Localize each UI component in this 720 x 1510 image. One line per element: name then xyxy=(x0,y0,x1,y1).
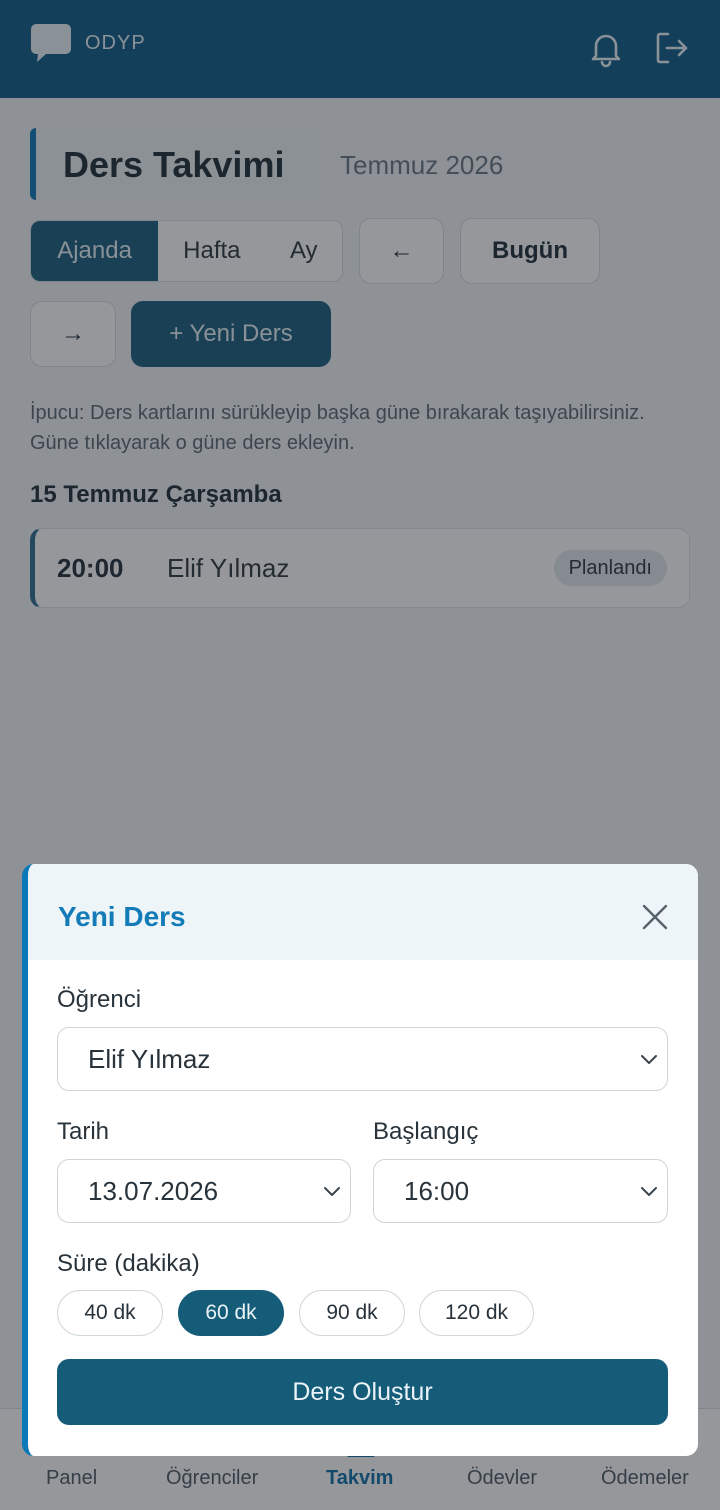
chevron-down-icon xyxy=(641,1187,657,1196)
start-time-value: 16:00 xyxy=(404,1176,470,1206)
duration-option-120[interactable]: 120 dk xyxy=(419,1290,534,1336)
start-time-select[interactable]: 16:00 xyxy=(373,1159,668,1223)
student-select-value: Elif Yılmaz xyxy=(88,1044,211,1074)
new-lesson-modal: Yeni Ders Öğrenci Elif Yılmaz Tarih Başl… xyxy=(22,864,698,1456)
create-lesson-button[interactable]: Ders Oluştur xyxy=(57,1359,668,1425)
date-select-value: 13.07.2026 xyxy=(88,1176,219,1206)
duration-option-40[interactable]: 40 dk xyxy=(57,1290,163,1336)
modal-header: Yeni Ders xyxy=(28,864,698,960)
date-label: Tarih xyxy=(57,1118,110,1145)
close-icon[interactable] xyxy=(638,900,672,934)
duration-option-60[interactable]: 60 dk xyxy=(178,1290,284,1336)
modal-title: Yeni Ders xyxy=(58,901,186,932)
duration-option-90[interactable]: 90 dk xyxy=(299,1290,405,1336)
date-select[interactable]: 13.07.2026 xyxy=(57,1159,351,1223)
chevron-down-icon xyxy=(641,1055,657,1064)
student-select[interactable]: Elif Yılmaz xyxy=(57,1027,668,1091)
duration-label: Süre (dakika) xyxy=(57,1250,200,1277)
chevron-down-icon xyxy=(324,1187,340,1196)
student-label: Öğrenci xyxy=(57,986,142,1013)
start-label: Başlangıç xyxy=(373,1118,479,1145)
